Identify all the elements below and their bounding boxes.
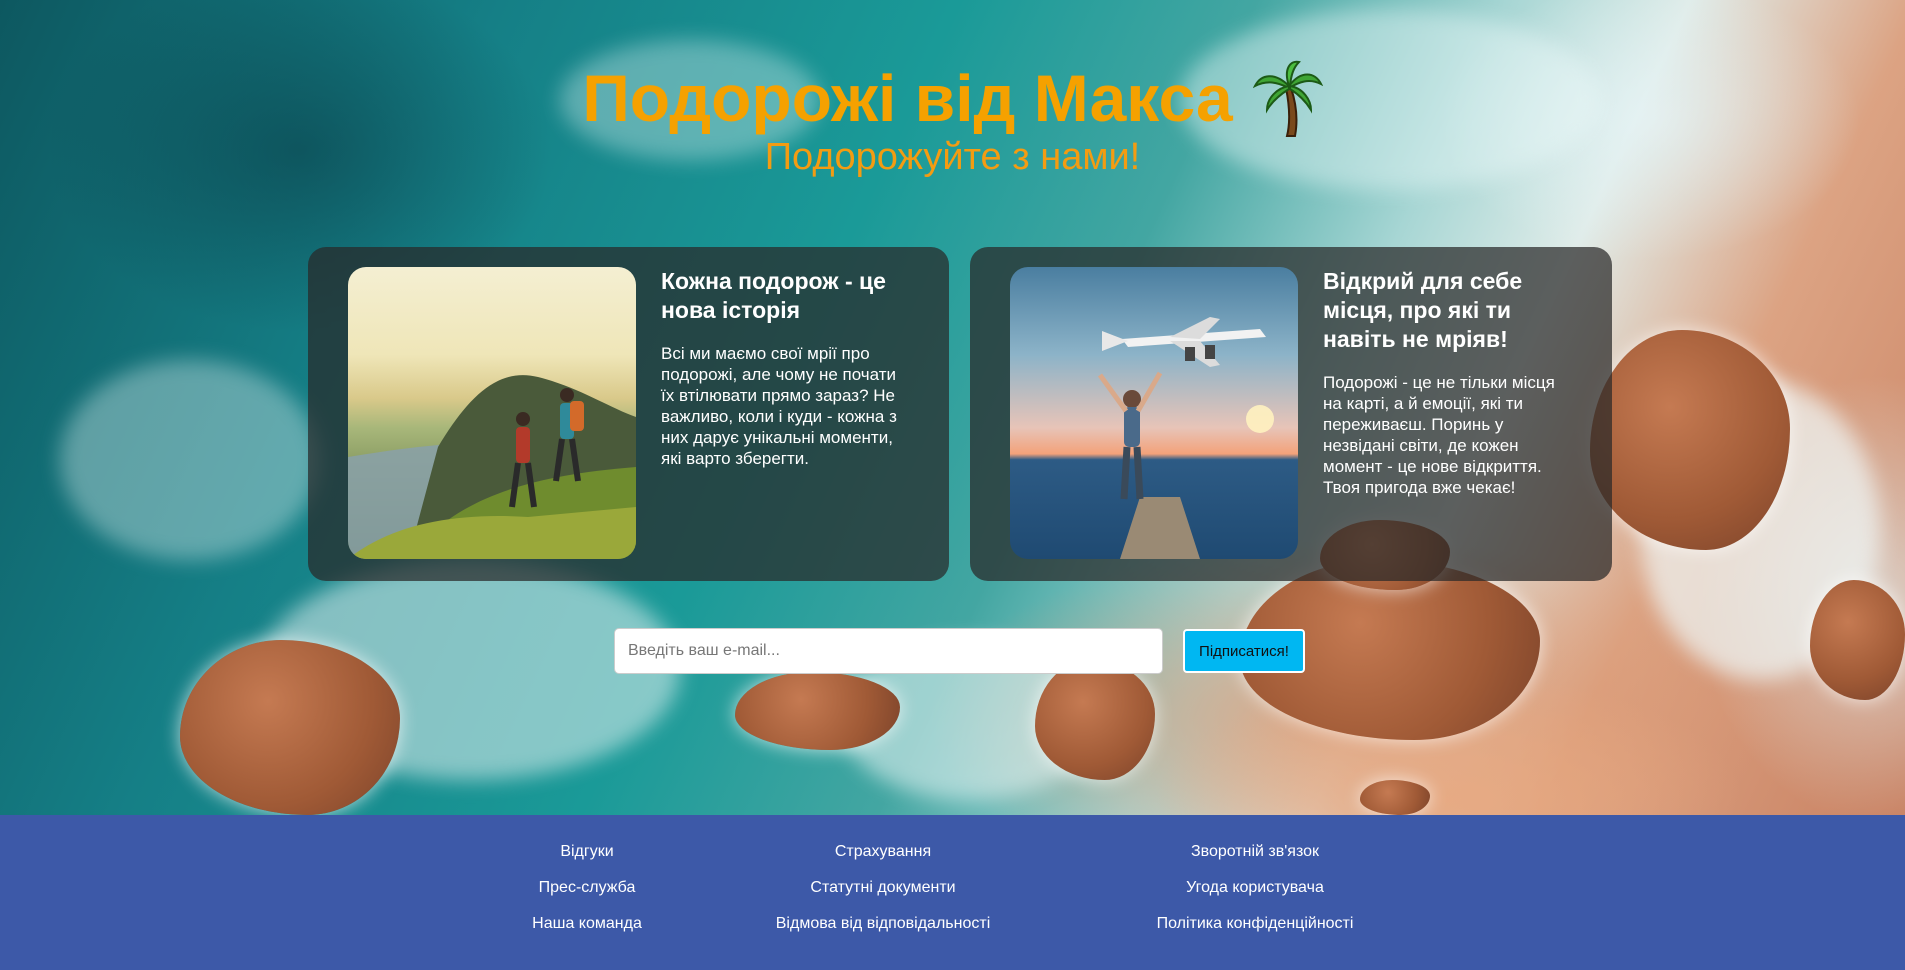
background-rock: [1810, 580, 1905, 700]
card-text: Всі ми маємо свої мрії про подорожі, але…: [661, 344, 897, 468]
palm-tree-icon: [1252, 58, 1323, 138]
site-title: Подорожі від Макса: [582, 58, 1323, 138]
subscribe-button[interactable]: Підписатися!: [1183, 629, 1305, 673]
email-input[interactable]: [614, 628, 1163, 674]
card-title: Кожна подорож - це нова історія: [661, 268, 886, 323]
footer-link-team[interactable]: Наша команда: [487, 915, 687, 933]
site-subtitle: Подорожуйте з нами!: [764, 136, 1141, 178]
background-rock: [735, 672, 900, 750]
feature-card: Відкрий для себе місця, про які ти навіт…: [970, 247, 1612, 581]
footer-link-statutory-documents[interactable]: Статутні документи: [758, 879, 1008, 897]
background-rock: [1035, 660, 1155, 780]
footer: Відгуки Прес-служба Наша команда Страхув…: [0, 815, 1905, 970]
footer-link-user-agreement[interactable]: Угода користувача: [1115, 879, 1395, 897]
card-title: Відкрий для себе місця, про які ти навіт…: [1323, 268, 1523, 352]
card-body: Кожна подорож - це нова історія Всі ми м…: [661, 267, 909, 561]
woman-and-airplane-at-sunset-photo: [1010, 267, 1298, 559]
background-rock: [1590, 330, 1790, 550]
footer-link-disclaimer[interactable]: Відмова від відповідальності: [758, 915, 1008, 933]
subtitle-wrapper: Подорожуйте з нами!: [0, 134, 1905, 180]
footer-link-reviews[interactable]: Відгуки: [487, 843, 687, 861]
footer-link-feedback[interactable]: Зворотній зв'язок: [1115, 843, 1395, 861]
background-rock: [180, 640, 400, 815]
background-rock: [1360, 780, 1430, 815]
footer-column: Страхування Статутні документи Відмова в…: [758, 843, 1008, 951]
footer-link-privacy-policy[interactable]: Політика конфіденційності: [1115, 915, 1395, 933]
footer-link-insurance[interactable]: Страхування: [758, 843, 1008, 861]
hikers-on-cliff-photo: [348, 267, 636, 559]
footer-column: Відгуки Прес-служба Наша команда: [487, 843, 687, 951]
footer-column: Зворотній зв'язок Угода користувача Полі…: [1115, 843, 1395, 951]
subscribe-form: Підписатися!: [614, 628, 1305, 674]
site-title-text: Подорожі від Макса: [582, 61, 1233, 135]
hero-section: Подорожі від Макса Подорожуйте з нами! К…: [0, 0, 1905, 815]
footer-link-press[interactable]: Прес-служба: [487, 879, 687, 897]
card-body: Відкрий для себе місця, про які ти навіт…: [1323, 267, 1572, 561]
feature-card: Кожна подорож - це нова історія Всі ми м…: [308, 247, 949, 581]
title-wrapper: Подорожі від Макса: [0, 58, 1905, 138]
card-text: Подорожі - це не тільки місця на карті, …: [1323, 373, 1555, 497]
background-foam: [60, 360, 320, 560]
